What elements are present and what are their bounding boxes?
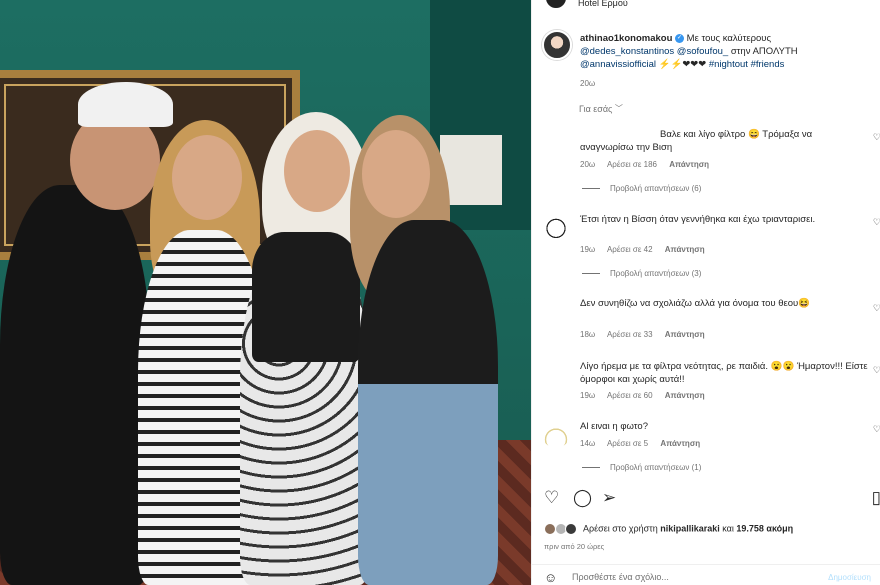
caption-time: 20ω: [580, 79, 596, 88]
like-heart-icon[interactable]: ♡: [873, 132, 880, 143]
comment-likes[interactable]: Αρέσει σε 186: [607, 160, 657, 169]
sort-label: Για εσάς: [579, 104, 613, 114]
verified-badge-icon: ✓: [675, 33, 685, 43]
emoji-icon[interactable]: ☺: [544, 570, 557, 585]
caption-avatar[interactable]: [542, 30, 572, 60]
add-comment-bar: ☺ Δημοσίευση: [532, 564, 880, 585]
header-avatar[interactable]: [544, 0, 568, 10]
caption-text: Με τους καλύτερους: [686, 33, 772, 44]
mention-dedes[interactable]: @dedes_konstantinos: [580, 46, 674, 57]
reply-button[interactable]: Απάντηση: [669, 160, 709, 169]
reply-button[interactable]: Απάντηση: [665, 391, 705, 400]
action-bar: ♡ ◯ ➢ ▯: [532, 488, 880, 516]
caption-body: athinao1konomakou ✓ Με τους καλύτερους @…: [580, 32, 870, 90]
person-man-cap: [78, 82, 173, 127]
comment-meta: 19ω Αρέσει σε 60 Απάντηση: [580, 391, 715, 400]
like-heart-icon[interactable]: ♡: [873, 217, 880, 228]
view-replies-button[interactable]: Προβολή απαντήσεων (6): [582, 184, 701, 193]
like-heart-icon[interactable]: ♡: [873, 303, 880, 314]
like-heart-icon[interactable]: ♡: [873, 365, 880, 376]
person-3-head: [284, 130, 350, 212]
location-link[interactable]: Hotel Ερμού: [578, 0, 628, 8]
comment-meta: 19ω Αρέσει σε 42 Απάντηση: [580, 245, 715, 254]
comment-time: 19ω: [580, 391, 596, 400]
reply-button[interactable]: Απάντηση: [665, 330, 705, 339]
comment-meta: 14ω Αρέσει σε 5 Απάντηση: [580, 439, 710, 448]
caption-emoji: ⚡⚡❤❤❤: [658, 59, 707, 70]
hashtag-friends[interactable]: #friends: [751, 59, 785, 70]
comment-avatar[interactable]: [542, 361, 570, 389]
bookmark-icon[interactable]: ▯: [872, 488, 880, 508]
heart-icon[interactable]: ♡: [544, 488, 559, 508]
person-3-top: [252, 232, 360, 362]
comment-likes[interactable]: Αρέσει σε 33: [607, 330, 653, 339]
person-2-head: [172, 135, 242, 220]
mention-annavissi[interactable]: @annavissiofficial: [580, 59, 656, 70]
comment-time: 20ω: [580, 160, 596, 169]
like-heart-icon[interactable]: ♡: [873, 424, 880, 435]
caption-text-2: στην ΑΠΟΛΥΤΗ: [730, 46, 798, 57]
comment-likes[interactable]: Αρέσει σε 5: [607, 439, 648, 448]
comment-text: Δεν συνηθίζω να σχολιάζω αλλά για όνομα …: [580, 298, 811, 309]
comment-avatar[interactable]: [542, 299, 570, 327]
likes-user[interactable]: nikipallikaraki: [660, 523, 720, 533]
comment-text: Αl ειναι η φωτο?: [580, 421, 648, 432]
comment-avatar[interactable]: [542, 213, 570, 241]
post-photo[interactable]: [0, 0, 531, 585]
comment-time: 18ω: [580, 330, 596, 339]
share-icon[interactable]: ➢: [602, 488, 616, 508]
caption-username[interactable]: athinao1konomakou: [580, 33, 672, 44]
post-age: πριν από 20 ώρες: [544, 542, 605, 551]
comment-likes[interactable]: Αρέσει σε 60: [607, 391, 653, 400]
comment-time: 19ω: [580, 245, 596, 254]
comment-meta: 20ω Αρέσει σε 186 Απάντηση: [580, 160, 719, 169]
comment-text: Βαλε και λίγο φίλτρο 😄 Τρόμαξα να αναγνω…: [580, 129, 813, 153]
post-comment-button[interactable]: Δημοσίευση: [828, 573, 871, 582]
likes-connector: και: [722, 523, 734, 534]
comment-avatar[interactable]: [542, 128, 570, 156]
chevron-down-icon: ﹀: [614, 104, 623, 113]
comment-input[interactable]: [572, 572, 802, 582]
liker-avatar: [565, 523, 578, 535]
comment-icon[interactable]: ◯: [573, 488, 592, 508]
comment-text: Έτσι ήταν η Βίσση όταν γεννήθηκα και έχω…: [580, 214, 816, 225]
person-man: [0, 185, 150, 585]
view-replies-button[interactable]: Προβολή απαντήσεων (3): [582, 269, 701, 278]
view-replies-button[interactable]: Προβολή απαντήσεων (1): [582, 463, 701, 472]
comment-meta: 18ω Αρέσει σε 33 Απάντηση: [580, 330, 715, 339]
comment-text: Λίγο ήρεμα με τα φίλτρα νεότητας, ρε παι…: [580, 361, 868, 385]
person-4-head: [362, 130, 430, 218]
reply-button[interactable]: Απάντηση: [660, 439, 700, 448]
reply-button[interactable]: Απάντηση: [665, 245, 705, 254]
likes-count[interactable]: 19.758 ακόμη: [736, 523, 793, 533]
hashtag-nightout[interactable]: #nightout: [709, 59, 748, 70]
comment-likes[interactable]: Αρέσει σε 42: [607, 245, 653, 254]
comment-time: 14ω: [580, 439, 596, 448]
comment-avatar[interactable]: [542, 420, 570, 448]
post-sidebar: Hotel Ερμού athinao1konomakou ✓ Με τους …: [531, 0, 880, 585]
post-header: Hotel Ερμού: [532, 0, 880, 12]
likes-summary: Αρέσει στο χρήστη nikipallikaraki και 19…: [544, 523, 879, 535]
person-4: [358, 220, 498, 585]
likes-prefix: Αρέσει στο χρήστη: [583, 523, 658, 534]
mention-sofoufou[interactable]: @sofoufou_: [677, 46, 728, 57]
comment-sort-dropdown[interactable]: Για εσάς ﹀: [579, 104, 623, 115]
